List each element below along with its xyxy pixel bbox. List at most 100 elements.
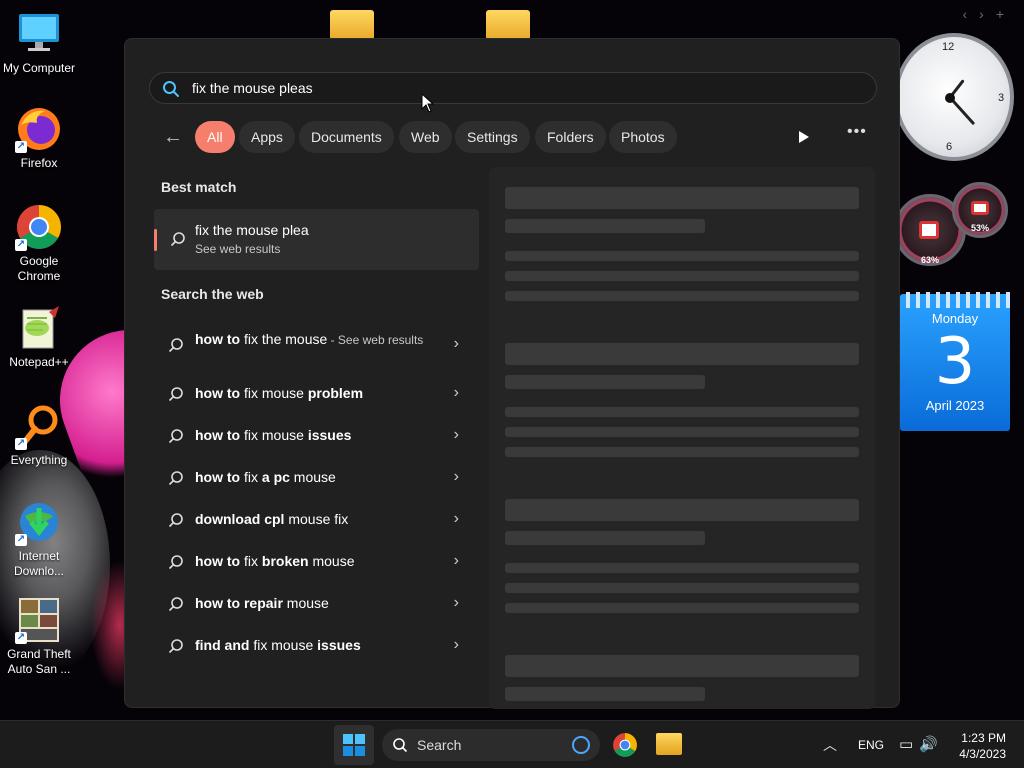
- clock-numeral: 6: [946, 141, 953, 153]
- web-result-item[interactable]: how to fix broken mouse ›: [154, 541, 479, 583]
- memory-gauge-widget[interactable]: 53%: [952, 182, 1008, 238]
- more-options-icon[interactable]: •••: [847, 123, 867, 141]
- desktop-icon-my-computer[interactable]: My Computer: [0, 10, 78, 76]
- search-box[interactable]: [149, 72, 877, 104]
- result-bold-text: how to: [195, 553, 241, 569]
- shortcut-arrow-icon: ↗: [15, 141, 27, 153]
- filter-chip-all[interactable]: All: [195, 121, 235, 153]
- loading-skeleton: [505, 499, 859, 521]
- web-result-text: how to fix a pc mouse: [195, 469, 336, 485]
- search-icon: [168, 638, 184, 659]
- chevron-right-icon: ›: [453, 384, 459, 401]
- clock-widget[interactable]: 12 3 6: [894, 33, 1014, 161]
- chrome-taskbar-icon[interactable]: [612, 732, 638, 763]
- web-result-text: how to fix broken mouse: [195, 553, 355, 569]
- web-result-item[interactable]: how to repair mouse ›: [154, 583, 479, 625]
- widget-nav[interactable]: ‹›+: [962, 6, 1016, 22]
- clock-tray[interactable]: 1:23 PM 4/3/2023: [959, 730, 1006, 762]
- search-input[interactable]: [192, 78, 852, 98]
- desktop-icon-label: Everything: [10, 453, 68, 467]
- volume-icon[interactable]: 🔊: [919, 736, 944, 753]
- folder-icon[interactable]: [330, 10, 374, 40]
- taskbar-search-label: Search: [417, 737, 462, 753]
- desktop-icon-everything[interactable]: ↗ Everything: [0, 402, 78, 468]
- idm-globe-icon: ↗: [15, 498, 63, 546]
- tray-status-icons[interactable]: ▭🔊: [899, 721, 944, 768]
- desktop-icon-firefox[interactable]: ↗ Firefox: [0, 105, 78, 171]
- taskbar: Search ︿ ENG ▭🔊 1:23 PM 4/3/2023: [0, 720, 1024, 768]
- search-icon: [393, 738, 408, 753]
- next-arrow-icon[interactable]: ›: [979, 6, 996, 22]
- gta-icon: ↗: [15, 596, 63, 644]
- gauge-value: 53%: [970, 223, 989, 233]
- clock-numeral: 3: [998, 92, 1005, 104]
- calendar-widget[interactable]: Monday 3 April 2023: [900, 292, 1010, 431]
- play-icon[interactable]: [793, 127, 813, 147]
- desktop-icon-label: Internet Downlo...: [13, 549, 65, 578]
- loading-skeleton: [505, 271, 859, 281]
- result-plain-text: fix mouse: [249, 637, 318, 653]
- web-result-text: find and fix mouse issues: [195, 637, 361, 653]
- result-plain-text: mouse: [282, 595, 329, 611]
- web-result-text: how to fix the mouse - See web results: [195, 329, 425, 350]
- filter-chip-apps[interactable]: Apps: [239, 121, 295, 153]
- chevron-up-icon[interactable]: ︿: [823, 721, 837, 768]
- firefox-icon: ↗: [15, 105, 63, 153]
- loading-skeleton: [505, 563, 859, 573]
- add-widget-icon[interactable]: +: [996, 6, 1016, 22]
- file-explorer-icon[interactable]: [656, 733, 682, 755]
- result-bold-text: download cpl: [195, 511, 285, 527]
- back-arrow-icon[interactable]: ←: [163, 126, 185, 148]
- selection-accent: [154, 229, 157, 251]
- shortcut-arrow-icon: ↗: [15, 239, 27, 251]
- mouse-cursor-icon: [421, 92, 435, 118]
- tray-time: 1:23 PM: [961, 731, 1006, 745]
- result-plain-text: mouse: [308, 553, 355, 569]
- bing-icon[interactable]: [572, 736, 590, 754]
- desktop-icon-google-chrome[interactable]: ↗ Google Chrome: [0, 203, 78, 284]
- gauge-indicator: [919, 221, 939, 239]
- filter-chip-settings[interactable]: Settings: [455, 121, 530, 153]
- start-button[interactable]: [334, 725, 374, 765]
- loading-skeleton: [505, 447, 859, 457]
- best-match-item[interactable]: fix the mouse plea See web results: [154, 209, 479, 270]
- result-plain-text: fix mouse: [240, 427, 308, 443]
- web-result-item[interactable]: how to fix a pc mouse ›: [154, 457, 479, 499]
- loading-skeleton: [505, 187, 859, 209]
- web-result-item[interactable]: how to fix mouse problem ›: [154, 373, 479, 415]
- filter-chip-web[interactable]: Web: [399, 121, 452, 153]
- web-result-item[interactable]: how to fix the mouse - See web results ›: [154, 321, 479, 369]
- chevron-right-icon: ›: [453, 335, 459, 352]
- loading-skeleton: [505, 687, 705, 701]
- taskbar-search[interactable]: Search: [382, 729, 600, 761]
- loading-skeleton: [505, 531, 705, 545]
- shortcut-arrow-icon: ↗: [15, 438, 27, 450]
- web-result-item[interactable]: download cpl mouse fix ›: [154, 499, 479, 541]
- clock-numeral: 12: [942, 41, 955, 53]
- result-bold-text: how to: [195, 427, 241, 443]
- filter-chip-photos[interactable]: Photos: [609, 121, 677, 153]
- desktop-icon-label: Firefox: [20, 156, 58, 170]
- desktop-icon-notepad-plus-plus[interactable]: Notepad++: [0, 304, 78, 370]
- desktop-icon-label: Google Chrome: [17, 254, 61, 283]
- language-indicator[interactable]: ENG: [858, 721, 884, 768]
- notepad-plus-plus-icon: [15, 304, 63, 352]
- search-icon: [168, 470, 184, 491]
- chevron-right-icon: ›: [453, 594, 459, 611]
- filter-chip-documents[interactable]: Documents: [299, 121, 394, 153]
- result-bold-text: how to: [195, 331, 241, 347]
- result-bold-text: how to: [195, 469, 241, 485]
- chevron-right-icon: ›: [453, 468, 459, 485]
- calendar-weekday: Monday: [931, 311, 979, 326]
- desktop-icon-gta-san-andreas[interactable]: ↗ Grand Theft Auto San ...: [0, 596, 78, 677]
- web-result-item[interactable]: how to fix mouse issues ›: [154, 415, 479, 457]
- chrome-folder-icon[interactable]: [486, 10, 530, 40]
- prev-arrow-icon[interactable]: ‹: [962, 6, 979, 22]
- loading-skeleton: [505, 655, 859, 677]
- desktop-icon-internet-download-manager[interactable]: ↗ Internet Downlo...: [0, 498, 78, 579]
- result-bold-text: issues: [307, 427, 352, 443]
- network-icon[interactable]: ▭: [899, 736, 919, 753]
- web-result-item[interactable]: find and fix mouse issues ›: [154, 625, 479, 667]
- filter-chip-folders[interactable]: Folders: [535, 121, 606, 153]
- preview-pane: [489, 167, 875, 709]
